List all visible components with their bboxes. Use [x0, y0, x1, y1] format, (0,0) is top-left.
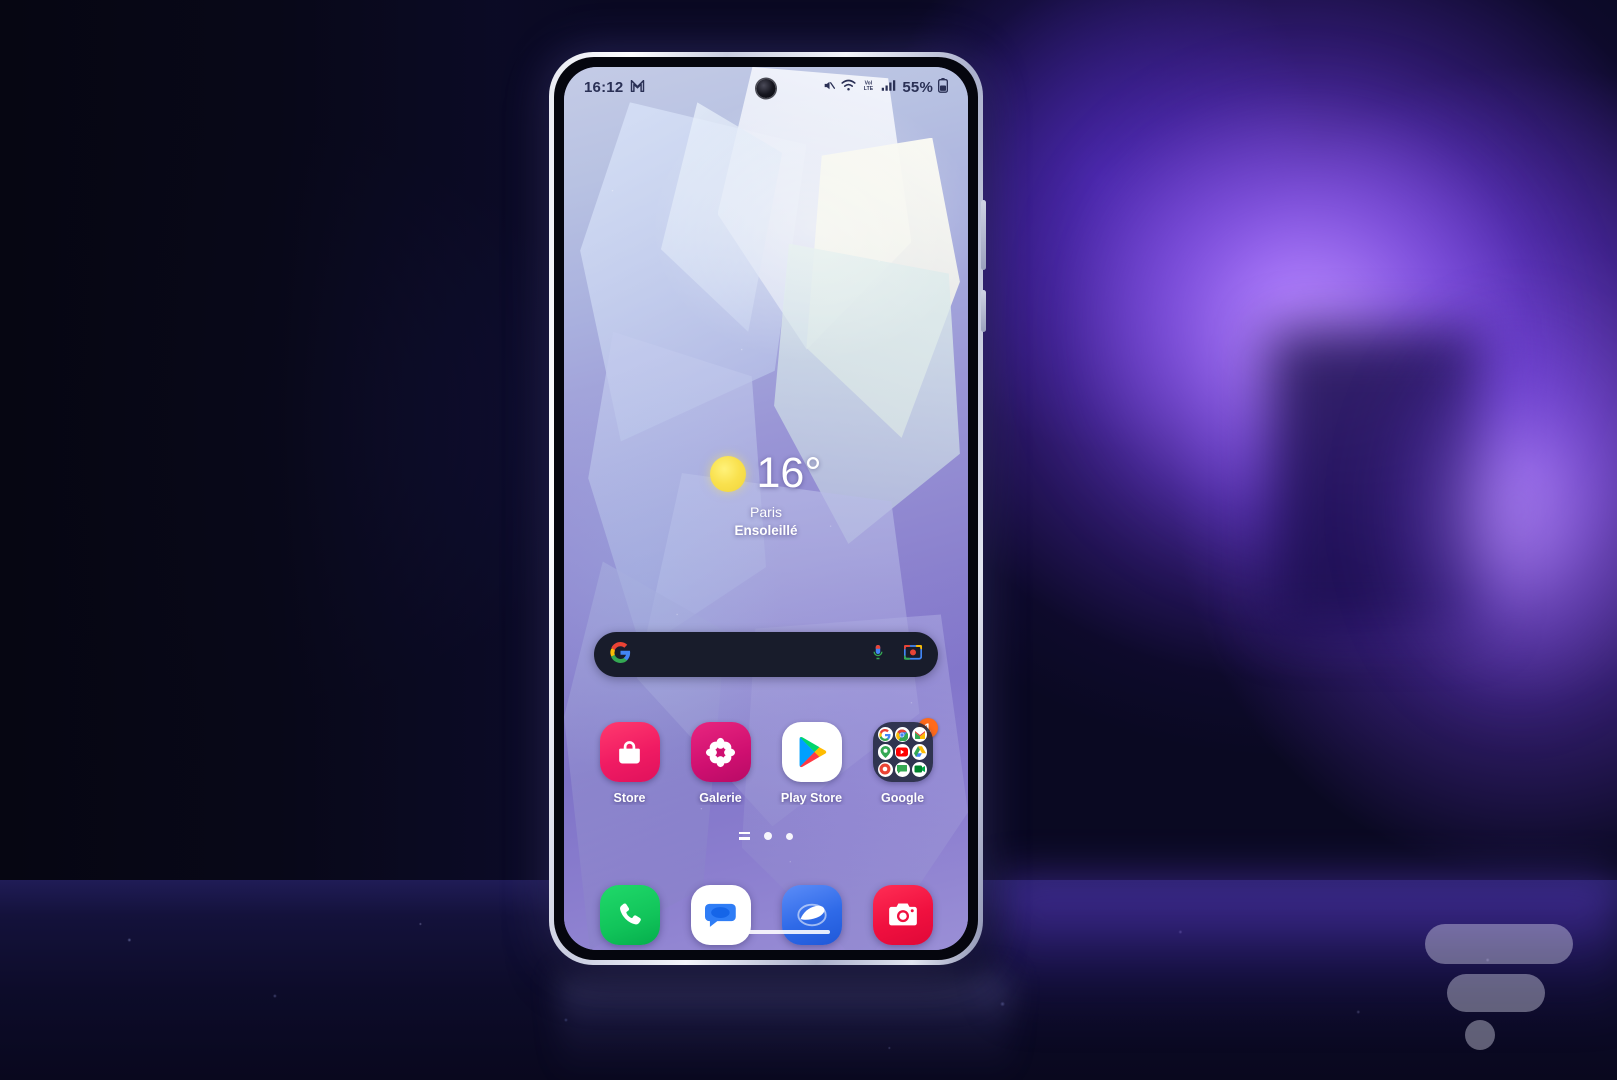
microphone-icon[interactable]	[869, 643, 887, 667]
phone-reflection	[560, 975, 1010, 1080]
app-item-google-folder[interactable]: 1	[860, 718, 946, 805]
phone-bezel: 16:12 Vol LTE 55% 16° Paris Ensoleillé S…	[554, 57, 978, 960]
mini-icon-google	[877, 727, 893, 743]
status-bar[interactable]: 16:12 Vol LTE 55%	[564, 67, 968, 107]
folder-app-grid	[877, 727, 928, 777]
app-label: Google	[880, 791, 925, 805]
app-item-play-store[interactable]: Play Store	[769, 722, 855, 805]
mini-icon-maps	[877, 744, 893, 760]
weather-condition: Ensoleillé	[734, 523, 798, 538]
navigation-gesture-bar[interactable]	[702, 930, 830, 934]
smartphone: 16:12 Vol LTE 55% 16° Paris Ensoleillé S…	[549, 52, 986, 965]
mini-icon-gmail	[912, 727, 928, 743]
photo-scene: 16:12 Vol LTE 55% 16° Paris Ensoleillé S…	[0, 0, 1617, 1080]
google-lens-icon[interactable]	[903, 643, 923, 666]
app-label: Galerie	[699, 791, 742, 805]
google-folder-icon	[872, 722, 933, 782]
battery-icon	[938, 77, 948, 97]
page-dot-apps-list[interactable]	[739, 832, 750, 840]
volume-button[interactable]	[981, 200, 986, 270]
weather-temperature: 16°	[756, 449, 822, 497]
wifi-icon	[841, 79, 856, 96]
app-label: Store	[613, 791, 646, 805]
page-dot-home-active[interactable]	[764, 832, 772, 840]
page-indicator[interactable]	[564, 832, 968, 840]
mute-icon	[822, 79, 836, 96]
home-app-grid: Store Galerie Play Store Google	[584, 718, 948, 805]
dock	[584, 885, 948, 945]
background-dark-left	[0, 0, 620, 880]
mini-icon-youtube	[894, 744, 911, 760]
play-store-icon	[781, 722, 842, 782]
logo-bar-middle	[1447, 974, 1545, 1012]
gmail-icon	[630, 79, 645, 96]
status-bar-right: Vol LTE 55%	[822, 77, 948, 97]
app-label: Play Store	[780, 791, 843, 805]
mini-icon-messages	[894, 761, 911, 777]
logo-bar-top	[1425, 924, 1573, 964]
mini-icon-chrome	[894, 727, 911, 743]
logo-dot	[1465, 1020, 1495, 1050]
volte-icon: Vol LTE	[861, 79, 876, 96]
browser-icon[interactable]	[781, 885, 842, 945]
mini-icon-meet	[912, 761, 928, 777]
weather-widget[interactable]: 16° Paris Ensoleillé	[564, 452, 968, 538]
camera-icon[interactable]	[872, 885, 933, 945]
power-button[interactable]	[981, 290, 986, 332]
gallery-icon	[690, 722, 751, 782]
weather-city: Paris	[750, 504, 782, 520]
background-right-glow	[1337, 250, 1617, 770]
google-search-bar[interactable]	[594, 632, 938, 677]
app-item-galerie[interactable]: Galerie	[678, 722, 764, 805]
google-g-icon	[610, 641, 631, 668]
galaxy-store-icon	[599, 722, 660, 782]
frandroid-logo	[1421, 916, 1573, 1050]
phone-screen[interactable]: 16:12 Vol LTE 55% 16° Paris Ensoleillé S…	[564, 67, 968, 950]
front-camera-punch-hole	[756, 79, 776, 98]
sun-icon	[710, 455, 747, 492]
svg-text:LTE: LTE	[864, 85, 874, 91]
app-item-store[interactable]: Store	[587, 722, 673, 805]
status-bar-left: 16:12	[584, 79, 645, 96]
mini-icon-photos	[877, 761, 893, 777]
page-dot-2[interactable]	[786, 832, 793, 840]
mini-icon-drive	[912, 744, 928, 760]
search-bar-actions	[869, 643, 923, 667]
signal-icon	[881, 79, 896, 96]
status-time: 16:12	[584, 78, 624, 96]
weather-main-row: 16°	[564, 452, 968, 495]
phone-icon[interactable]	[599, 885, 660, 945]
messages-icon[interactable]	[690, 885, 751, 945]
battery-percent: 55%	[902, 78, 933, 96]
